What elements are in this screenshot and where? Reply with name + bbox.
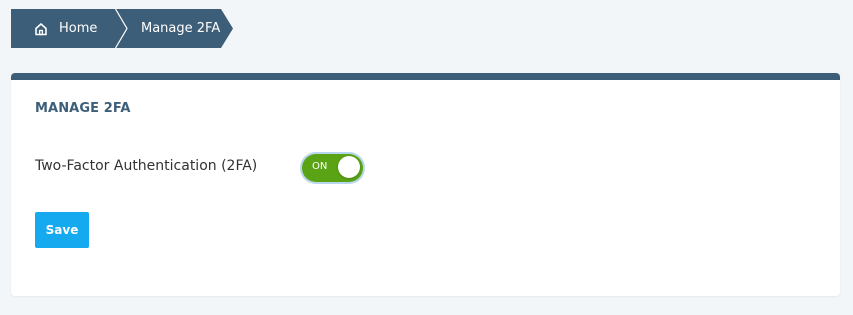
home-icon (34, 22, 48, 36)
toggle-knob (338, 156, 360, 178)
2fa-setting-label: Two-Factor Authentication (2FA) (35, 158, 258, 174)
breadcrumb-separator-icon (114, 9, 128, 48)
save-button[interactable]: Save (35, 212, 89, 248)
breadcrumb-current-label: Manage 2FA (141, 21, 221, 36)
2fa-toggle[interactable]: ON (302, 154, 363, 182)
breadcrumb-home[interactable]: Home (11, 9, 115, 48)
card-title: MANAGE 2FA (35, 101, 131, 116)
manage-2fa-card: MANAGE 2FA Two-Factor Authentication (2F… (11, 73, 840, 296)
toggle-state-text: ON (312, 161, 328, 172)
breadcrumb-current: Manage 2FA (115, 9, 233, 48)
breadcrumb: Home Manage 2FA (11, 9, 233, 48)
breadcrumb-home-label: Home (59, 21, 98, 36)
